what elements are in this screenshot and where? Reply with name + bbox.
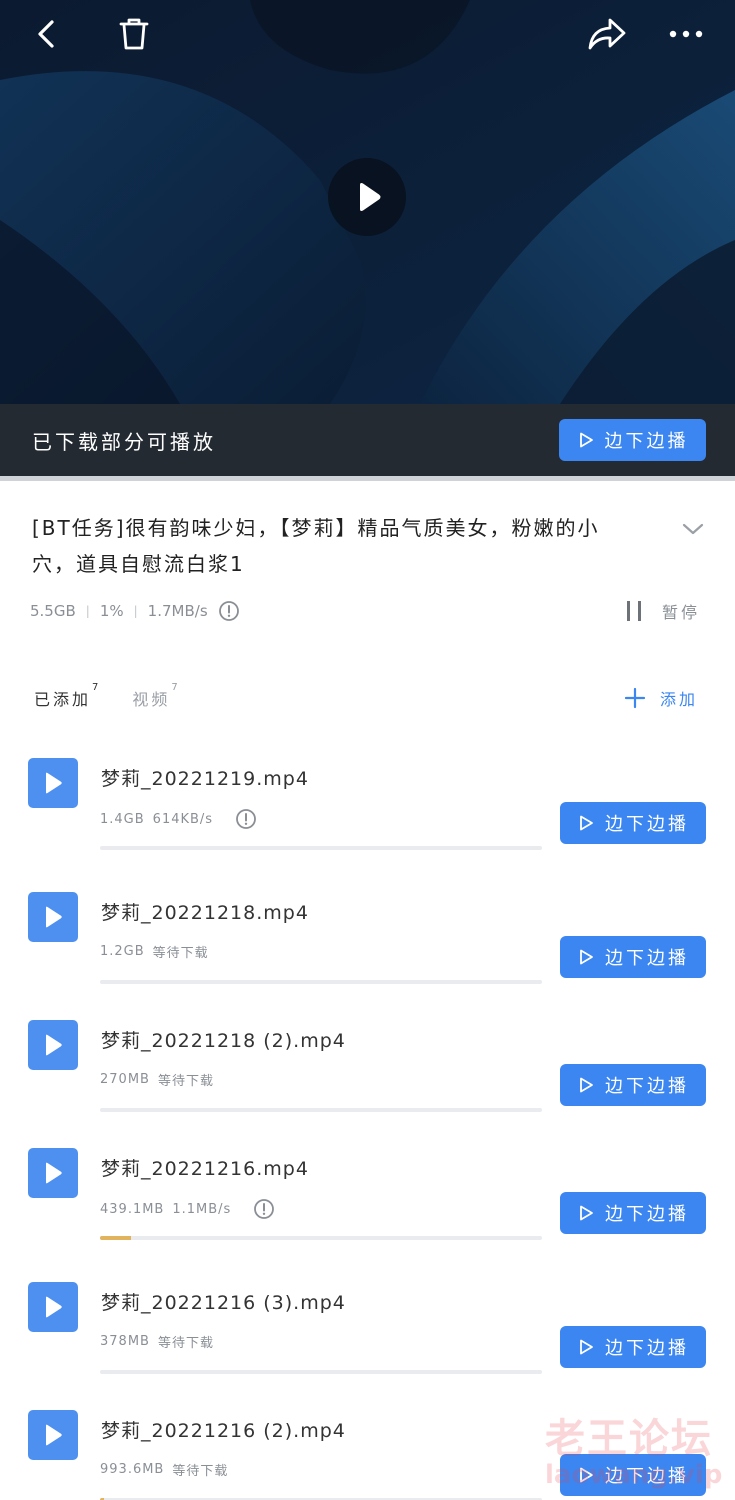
file-stream-play-label: 边下边播 xyxy=(605,948,689,969)
download-status-bar: 已下载部分可播放 边下边播 xyxy=(0,404,735,476)
file-meta: 270MB 等待下载 xyxy=(100,1070,214,1089)
file-stream-play-button[interactable]: 边下边播 xyxy=(560,1192,706,1234)
task-title: [BT任务]很有韵味少妇，【梦莉】精品气质美女，粉嫩的小穴，道具自慰流白浆1 xyxy=(32,516,600,576)
play-outline-icon xyxy=(579,432,593,448)
expand-button[interactable] xyxy=(678,514,708,544)
play-outline-icon xyxy=(580,949,593,965)
file-status: 等待下载 xyxy=(152,946,209,961)
file-stream-play-button[interactable]: 边下边播 xyxy=(560,1454,706,1496)
file-progress-bar xyxy=(100,1236,542,1240)
file-meta: 439.1MB 1.1MB/s xyxy=(100,1198,275,1220)
tab-count: 7 xyxy=(171,682,178,693)
file-stream-play-button[interactable]: 边下边播 xyxy=(560,936,706,978)
file-stream-play-button[interactable]: 边下边播 xyxy=(560,1326,706,1368)
file-name: 梦莉_20221219.mp4 xyxy=(101,768,309,790)
play-icon xyxy=(46,1034,62,1056)
play-outline-icon xyxy=(580,1339,593,1355)
play-icon xyxy=(46,772,62,794)
file-meta: 1.4GB 614KB/s xyxy=(100,808,257,830)
play-icon xyxy=(46,906,62,928)
play-outline-icon xyxy=(580,1077,593,1093)
chevron-down-icon xyxy=(682,523,704,535)
file-status: 614KB/s xyxy=(152,811,214,827)
file-stream-play-button[interactable]: 边下边播 xyxy=(560,802,706,844)
file-thumbnail[interactable] xyxy=(28,1020,78,1070)
file-stream-play-label: 边下边播 xyxy=(605,1466,689,1487)
pause-button[interactable]: 暂停 xyxy=(624,598,700,624)
pause-icon xyxy=(627,601,641,621)
file-progress-bar xyxy=(100,846,542,850)
file-status: 等待下载 xyxy=(172,1464,229,1479)
file-thumbnail[interactable] xyxy=(28,1410,78,1460)
file-progress-bar xyxy=(100,980,542,984)
file-thumbnail[interactable] xyxy=(28,1148,78,1198)
add-button[interactable]: 添加 xyxy=(624,686,698,710)
play-icon xyxy=(360,183,381,211)
file-thumbnail[interactable] xyxy=(28,758,78,808)
file-status: 等待下载 xyxy=(157,1336,214,1351)
file-meta: 1.2GB 等待下载 xyxy=(100,942,209,961)
file-name: 梦莉_20221216 (3).mp4 xyxy=(101,1292,346,1314)
play-outline-icon xyxy=(580,815,593,831)
tab-label: 已添加 xyxy=(34,690,92,709)
file-name: 梦莉_20221216 (2).mp4 xyxy=(101,1420,346,1442)
file-name: 梦莉_20221216.mp4 xyxy=(101,1158,309,1180)
file-size: 1.4GB xyxy=(100,811,145,827)
tab-bar: 已添加 7 视频 7 xyxy=(34,682,178,710)
file-meta: 993.6MB 等待下载 xyxy=(100,1460,228,1479)
file-status: 1.1MB/s xyxy=(172,1201,232,1217)
play-icon xyxy=(46,1296,62,1318)
tab-count: 7 xyxy=(92,682,99,693)
divider xyxy=(0,476,735,481)
separator: | xyxy=(133,604,138,618)
tab-video[interactable]: 视频 7 xyxy=(132,682,177,710)
file-meta: 378MB 等待下载 xyxy=(100,1332,214,1351)
plus-icon xyxy=(624,687,646,709)
file-size: 439.1MB xyxy=(100,1201,165,1217)
task-size: 5.5GB xyxy=(30,602,76,620)
info-icon[interactable] xyxy=(235,808,257,830)
tab-added[interactable]: 已添加 7 xyxy=(34,682,98,710)
file-status: 等待下载 xyxy=(157,1074,214,1089)
file-progress-bar xyxy=(100,1108,542,1112)
play-icon xyxy=(46,1424,62,1446)
play-icon xyxy=(46,1162,62,1184)
task-speed: 1.7MB/s xyxy=(147,602,208,620)
task-meta: 5.5GB | 1% | 1.7MB/s xyxy=(30,598,240,624)
file-stream-play-button[interactable]: 边下边播 xyxy=(560,1064,706,1106)
file-size: 378MB xyxy=(100,1334,150,1349)
file-item[interactable]: 梦莉_20221216 (2).mp4 993.6MB 等待下载 边下边播 xyxy=(0,0,735,1500)
play-button[interactable] xyxy=(328,158,406,236)
file-name: 梦莉_20221218 (2).mp4 xyxy=(101,1030,346,1052)
file-size: 270MB xyxy=(100,1072,150,1087)
file-progress-fill xyxy=(100,1236,131,1240)
add-label: 添加 xyxy=(660,690,699,709)
file-stream-play-label: 边下边播 xyxy=(605,1204,689,1225)
file-thumbnail[interactable] xyxy=(28,892,78,942)
status-text: 已下载部分可播放 xyxy=(32,429,216,454)
file-stream-play-label: 边下边播 xyxy=(605,1076,689,1097)
task-progress: 1% xyxy=(99,602,124,620)
pause-label: 暂停 xyxy=(662,603,701,622)
file-name: 梦莉_20221218.mp4 xyxy=(101,902,309,924)
play-outline-icon xyxy=(580,1467,593,1483)
separator: | xyxy=(85,604,90,618)
info-icon[interactable] xyxy=(218,600,240,622)
file-thumbnail[interactable] xyxy=(28,1282,78,1332)
file-size: 993.6MB xyxy=(100,1462,165,1477)
tab-label: 视频 xyxy=(132,690,171,709)
file-progress-bar xyxy=(100,1370,542,1374)
file-stream-play-label: 边下边播 xyxy=(605,814,689,835)
file-stream-play-label: 边下边播 xyxy=(605,1338,689,1359)
file-size: 1.2GB xyxy=(100,944,145,959)
stream-play-button[interactable]: 边下边播 xyxy=(559,419,706,461)
stream-play-label: 边下边播 xyxy=(604,431,689,452)
info-icon[interactable] xyxy=(253,1198,275,1220)
play-outline-icon xyxy=(580,1205,593,1221)
